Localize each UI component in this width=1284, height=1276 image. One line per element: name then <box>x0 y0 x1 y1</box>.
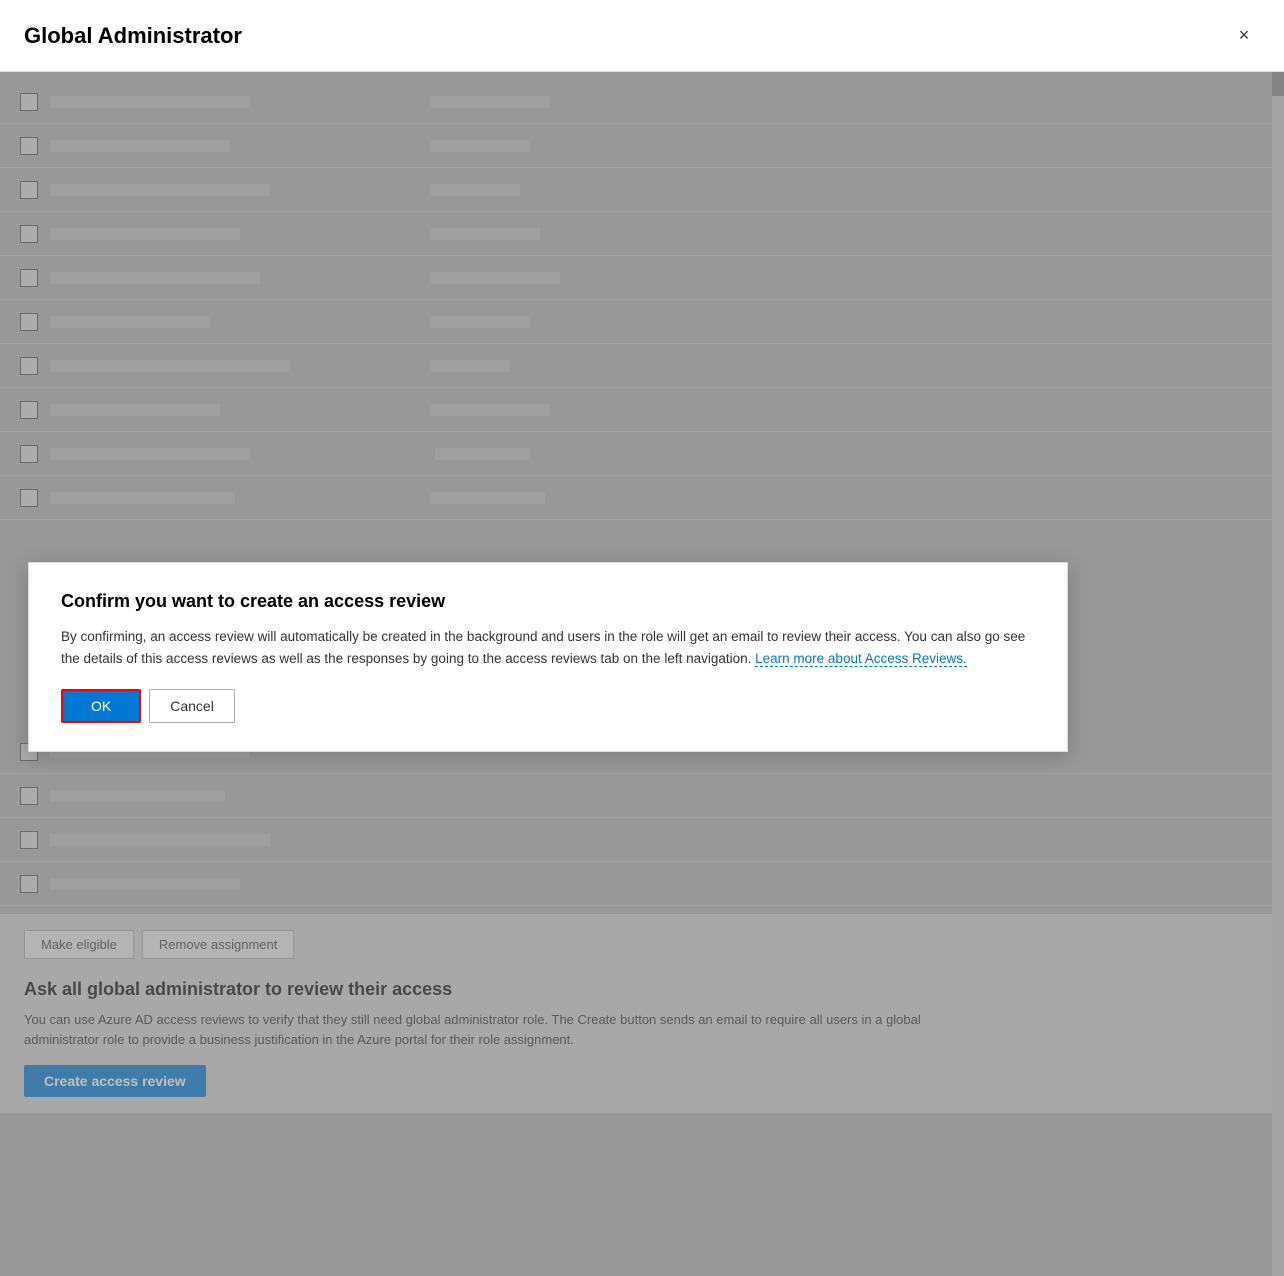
panel-title: Global Administrator <box>24 23 242 49</box>
cancel-button[interactable]: Cancel <box>149 689 235 723</box>
dialog-title: Confirm you want to create an access rev… <box>61 591 1035 612</box>
confirm-dialog: Confirm you want to create an access rev… <box>28 562 1068 752</box>
dialog-body: By confirming, an access review will aut… <box>61 626 1035 669</box>
learn-more-link[interactable]: Learn more about Access Reviews. <box>755 651 967 667</box>
content-area: Make eligible Remove assignment Ask all … <box>0 72 1284 1276</box>
ok-button[interactable]: OK <box>61 689 141 723</box>
header-bar: Global Administrator × <box>0 0 1284 72</box>
dialog-actions: OK Cancel <box>61 689 1035 723</box>
main-panel: Global Administrator × <box>0 0 1284 1276</box>
close-button[interactable]: × <box>1228 20 1260 52</box>
